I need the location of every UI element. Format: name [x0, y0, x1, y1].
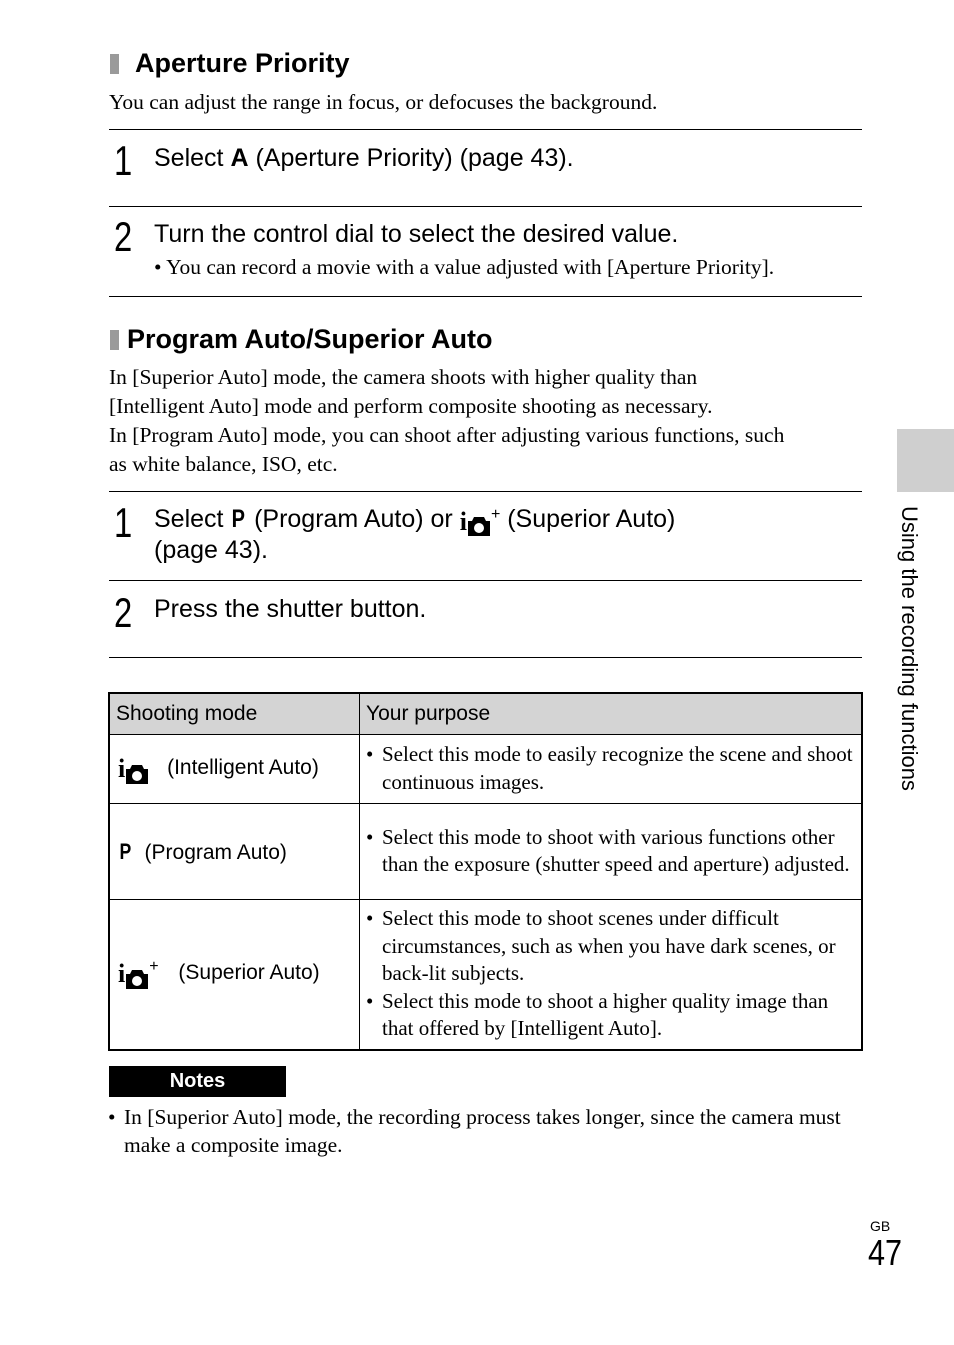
page-number: 47 [868, 1232, 903, 1273]
section-heading-program-auto: Program Auto/Superior Auto [110, 324, 493, 355]
table-header-row: Shooting mode Your purpose [108, 692, 863, 735]
heading-text: Aperture Priority [135, 48, 350, 78]
purpose-item: Select this mode to shoot a higher quali… [366, 988, 855, 1043]
notes-label: Notes [109, 1066, 286, 1097]
program-intro: In [Superior Auto] mode, the camera shoo… [109, 365, 785, 476]
divider [109, 296, 862, 297]
mode-name: (Program Auto) [144, 840, 287, 864]
step-number: 2 [114, 213, 133, 260]
step-number: 1 [114, 499, 133, 546]
superior-auto-icon: i + [118, 958, 159, 990]
camera-icon [126, 765, 149, 784]
step-text: Turn the control dial to select the desi… [154, 220, 679, 248]
table-row: P (Program Auto) Select this mode to sho… [108, 803, 863, 900]
heading-marker [110, 53, 119, 74]
mode-cell: P (Program Auto) [108, 803, 360, 900]
mode-name: (Superior Auto) [178, 961, 320, 985]
purpose-cell: Select this mode to shoot with various f… [359, 803, 863, 900]
camera-icon [467, 517, 490, 536]
divider [109, 580, 862, 581]
chapter-tab [897, 429, 954, 492]
purpose-cell: Select this mode to easily recognize the… [359, 734, 863, 804]
table-row: i (Intelligent Auto) Select this mode to… [108, 734, 863, 804]
step-text: Select A (Aperture Priority) (page 43). [154, 144, 574, 172]
divider [109, 657, 862, 658]
heading-marker [110, 329, 119, 350]
purpose-item: Select this mode to shoot with various f… [366, 824, 855, 879]
mode-name: (Intelligent Auto) [167, 756, 319, 779]
notes-list: In [Superior Auto] mode, the recording p… [108, 1103, 848, 1159]
step-bullet: • You can record a movie with a value ad… [154, 255, 775, 279]
shooting-mode-table: Shooting mode Your purpose i (Intelligen… [108, 692, 863, 1051]
program-auto-icon: P [232, 505, 246, 533]
purpose-item: Select this mode to shoot scenes under d… [366, 905, 855, 988]
step-text: Press the shutter button. [154, 595, 427, 623]
camera-icon [126, 970, 149, 990]
step-number: 1 [114, 137, 133, 184]
step-text: Select P (Program Auto) or i + (Superior … [154, 505, 676, 536]
section-heading-aperture-priority: Aperture Priority [110, 48, 350, 79]
divider [109, 129, 862, 130]
purpose-cell: Select this mode to shoot scenes under d… [359, 899, 863, 1050]
mode-cell: i + (Superior Auto) [108, 899, 360, 1050]
step-number: 2 [114, 589, 133, 636]
mode-cell: i (Intelligent Auto) [108, 734, 360, 804]
column-header-your-purpose: Your purpose [359, 692, 863, 735]
aperture-mode-letter: A [230, 144, 249, 172]
purpose-item: Select this mode to easily recognize the… [366, 741, 855, 796]
program-auto-icon: P [119, 838, 132, 864]
intelligent-auto-icon: i [118, 754, 149, 784]
step-text-line2: (page 43). [154, 536, 268, 564]
chapter-label: Using the recording functions [897, 506, 922, 791]
divider [109, 491, 862, 492]
heading-text: Program Auto/Superior Auto [127, 324, 493, 354]
aperture-intro: You can adjust the range in focus, or de… [109, 90, 658, 114]
table-row: i+ (Superior Auto) Select this mode to s… [108, 899, 863, 1050]
note-item: In [Superior Auto] mode, the recording p… [108, 1103, 848, 1159]
divider [109, 206, 862, 207]
column-header-shooting-mode: Shooting mode [108, 692, 360, 735]
superior-auto-icon: i + [459, 506, 501, 536]
